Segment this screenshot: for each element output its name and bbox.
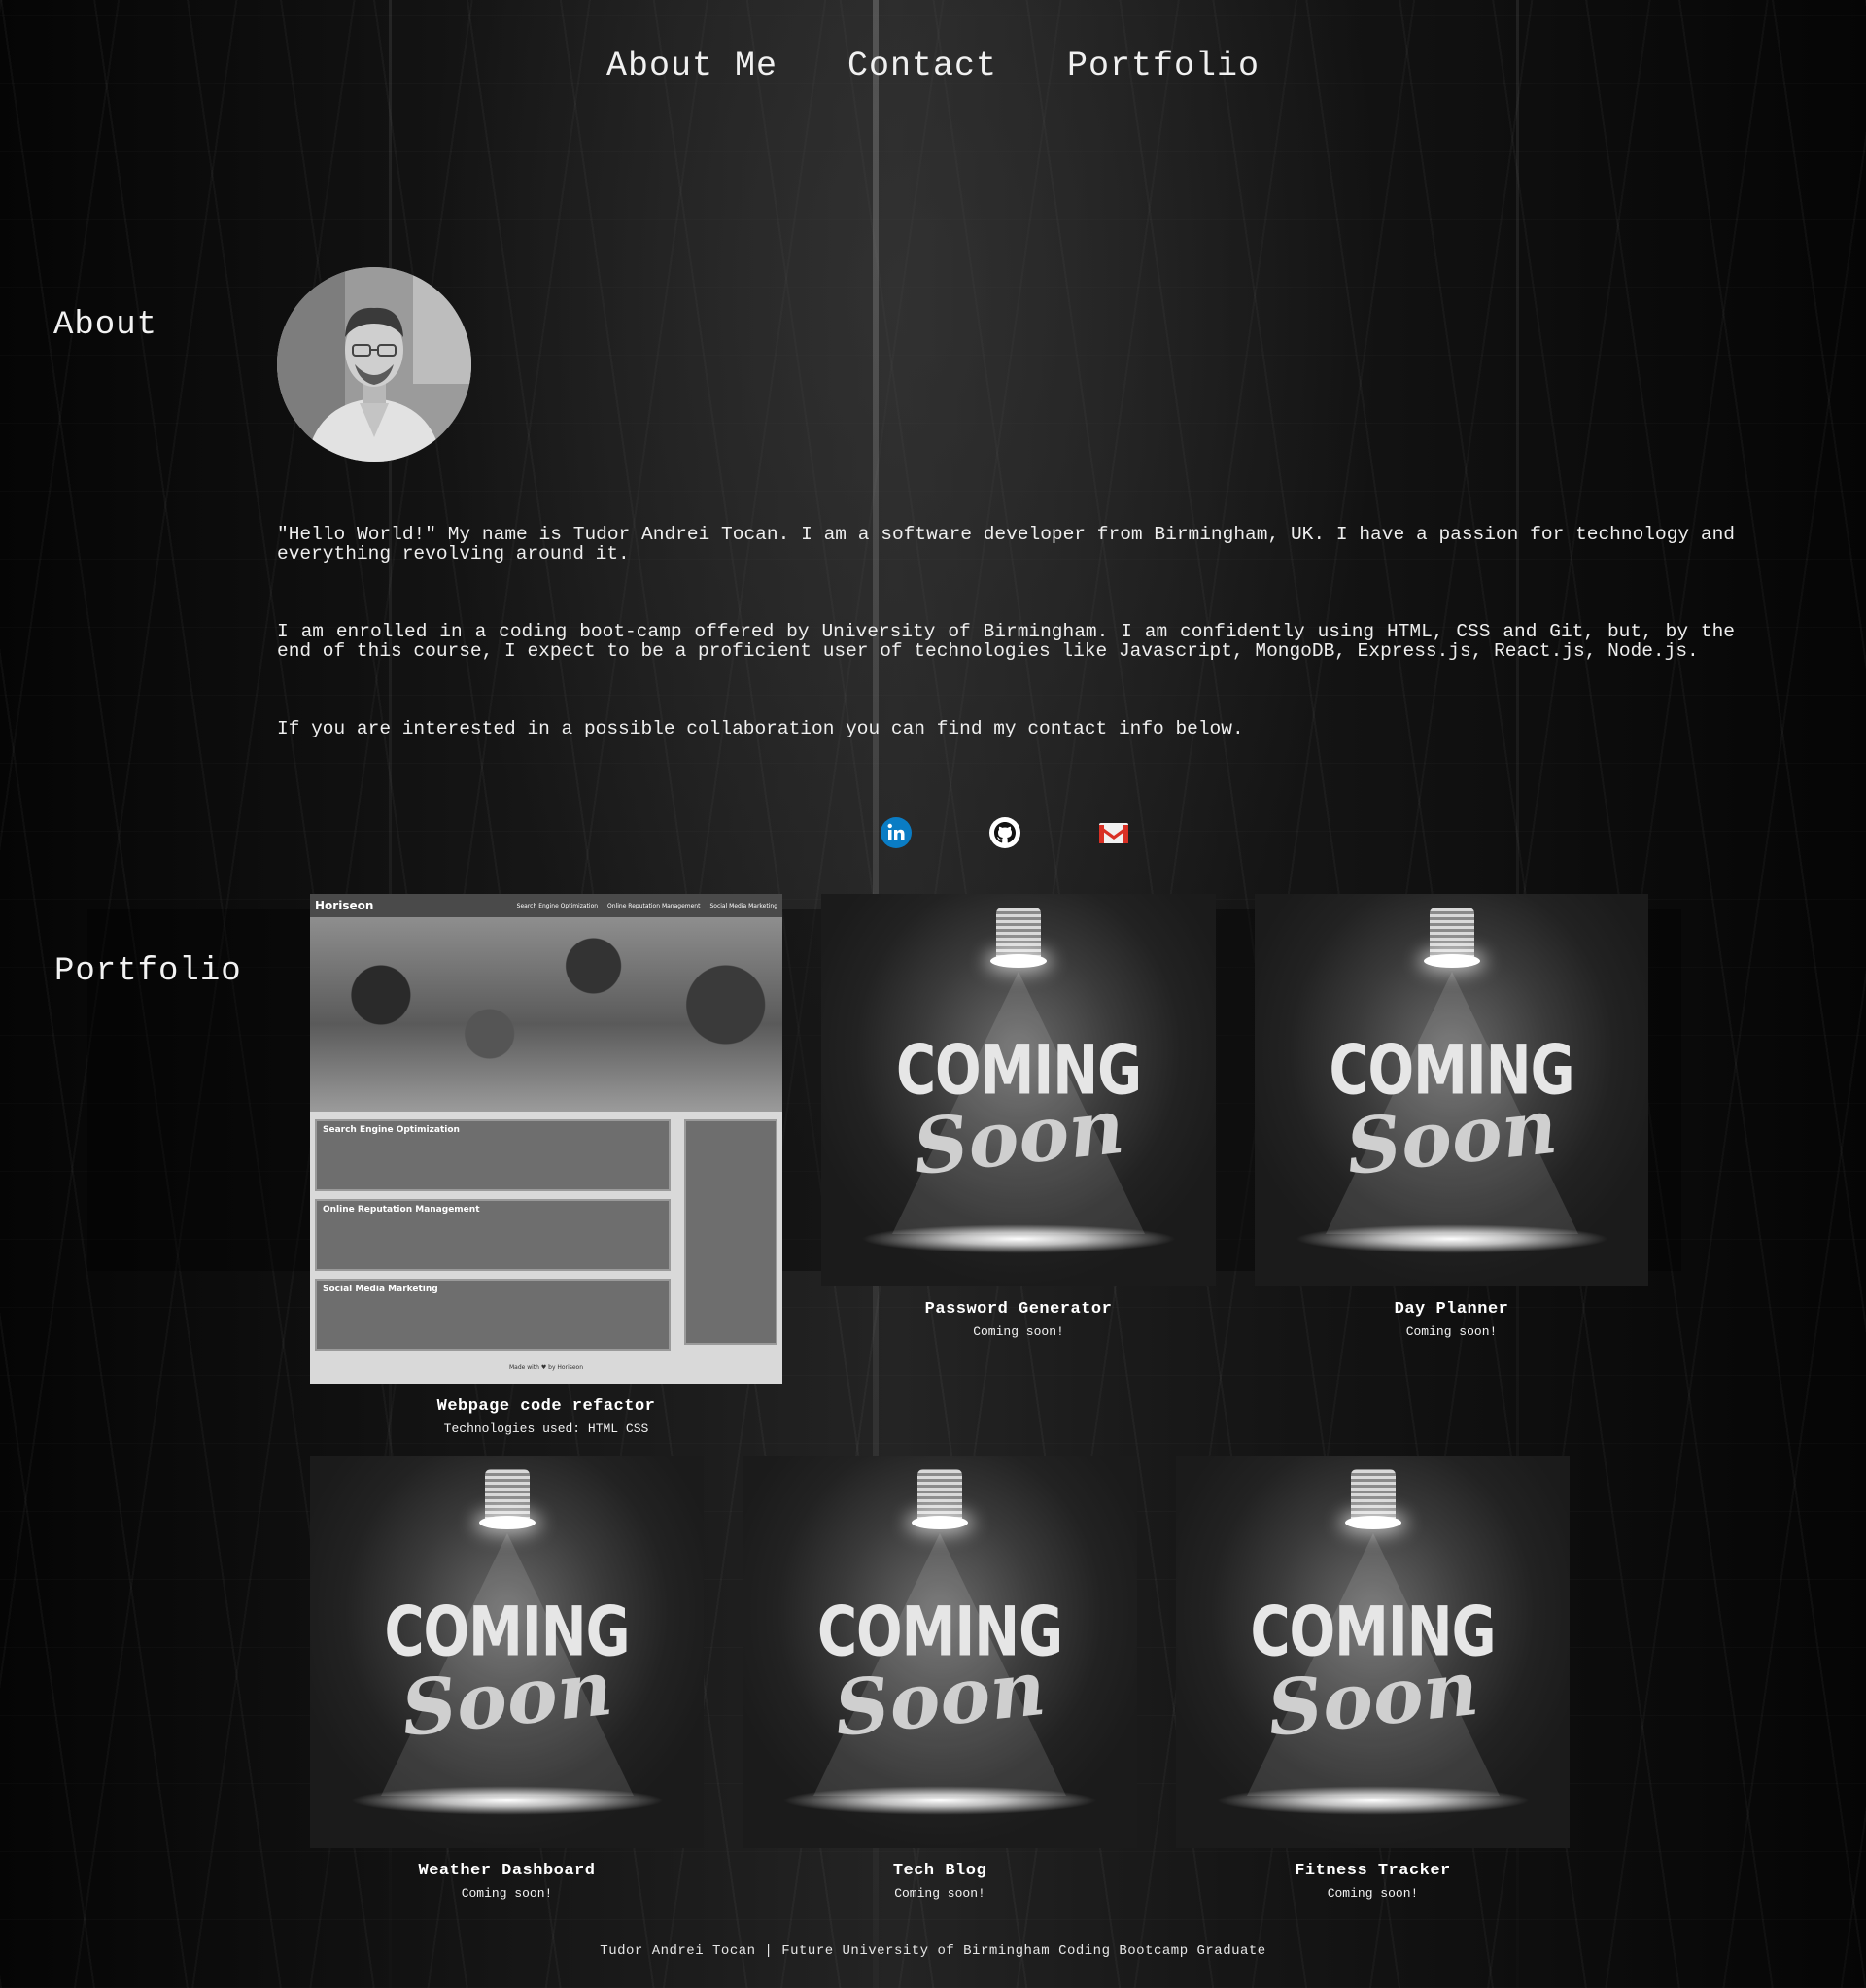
- spotlight-light: [1423, 954, 1480, 968]
- horiseon-main: Search Engine Optimization Online Reputa…: [315, 1119, 671, 1358]
- project-title[interactable]: Fitness Tracker: [1176, 1862, 1570, 1880]
- social-links: [0, 816, 1866, 851]
- horiseon-section-smm: Social Media Marketing: [315, 1279, 671, 1351]
- horiseon-nav-item: Online Reputation Management: [607, 902, 701, 909]
- spotlight-lamp-icon: [996, 908, 1041, 958]
- project-subtitle: Coming soon!: [973, 1324, 1064, 1339]
- project-subtitle: Coming soon!: [894, 1886, 985, 1901]
- coming-soon-image[interactable]: COMING Soon: [310, 1456, 704, 1848]
- linkedin-icon[interactable]: [880, 816, 913, 849]
- spotlight-lamp-icon: [1429, 908, 1474, 958]
- about-paragraph-contact: If you are interested in a possible coll…: [277, 718, 1244, 739]
- spotlight-light: [912, 1516, 968, 1529]
- project-subtitle: Coming soon!: [1405, 1324, 1498, 1339]
- horiseon-header: Horiseon Search Engine Optimization Onli…: [310, 894, 782, 917]
- about-paragraph-intro: "Hello World!" My name is Tudor Andrei T…: [277, 524, 1735, 565]
- spotlight-light: [478, 1516, 536, 1529]
- project-card-day-planner[interactable]: COMING Soon Day Planner Coming soon!: [1255, 894, 1648, 1339]
- project-title[interactable]: Weather Dashboard: [310, 1862, 704, 1880]
- spotlight-floor: [1294, 1224, 1609, 1253]
- spotlight-floor: [349, 1786, 665, 1815]
- spotlight-floor: [1215, 1786, 1531, 1815]
- spotlight-lamp-icon: [917, 1469, 962, 1520]
- gmail-icon[interactable]: [1097, 816, 1130, 849]
- project-subtitle: Coming soon!: [1327, 1886, 1419, 1901]
- profile-photo: [277, 267, 471, 462]
- spotlight-lamp-icon: [1350, 1469, 1396, 1520]
- horiseon-section-orm: Online Reputation Management: [315, 1199, 671, 1271]
- project-card-fitness-tracker[interactable]: COMING Soon Fitness Tracker Coming soon!: [1176, 1456, 1570, 1901]
- nav-link-about-me[interactable]: About Me: [606, 47, 778, 86]
- about-text: "Hello World!" My name is Tudor Andrei T…: [277, 525, 1735, 797]
- project-subtitle: Coming soon!: [461, 1886, 553, 1901]
- about-paragraph-bootcamp: I am enrolled in a coding boot-camp offe…: [277, 621, 1735, 662]
- portfolio-heading: Portfolio: [54, 953, 242, 990]
- coming-soon-image[interactable]: COMING Soon: [821, 894, 1216, 1286]
- project-subtitle: Technologies used: HTML CSS: [443, 1422, 649, 1436]
- horiseon-nav-item: Search Engine Optimization: [516, 902, 599, 909]
- project-card-password-generator[interactable]: COMING Soon Password Generator Coming so…: [821, 894, 1216, 1339]
- horiseon-footer: Made with ♥ by Horiseon: [508, 1364, 584, 1371]
- top-nav: About Me Contact Portfolio: [0, 47, 1866, 86]
- horiseon-body: Search Engine Optimization Online Reputa…: [310, 1112, 782, 1358]
- coming-soon-image[interactable]: COMING Soon: [1255, 894, 1648, 1286]
- about-heading: About: [53, 307, 158, 344]
- github-icon[interactable]: [988, 816, 1021, 849]
- project-card-tech-blog[interactable]: COMING Soon Tech Blog Coming soon!: [743, 1456, 1137, 1901]
- nav-link-contact[interactable]: Contact: [847, 47, 997, 86]
- project-title[interactable]: Password Generator: [821, 1300, 1216, 1319]
- project-card-webpage-refactor[interactable]: Horiseon Search Engine Optimization Onli…: [310, 894, 782, 1436]
- spotlight-light: [1344, 1516, 1401, 1529]
- spotlight-lamp-icon: [484, 1469, 530, 1520]
- profile-photo-image: [277, 267, 471, 462]
- nav-link-portfolio[interactable]: Portfolio: [1067, 47, 1260, 86]
- coming-soon-image[interactable]: COMING Soon: [1176, 1456, 1570, 1848]
- horiseon-nav: Search Engine Optimization Online Reputa…: [517, 903, 778, 909]
- project-title[interactable]: Webpage code refactor: [310, 1397, 782, 1416]
- horiseon-hero-image: [310, 917, 782, 1112]
- project-title[interactable]: Day Planner: [1255, 1300, 1648, 1319]
- coming-soon-image[interactable]: COMING Soon: [743, 1456, 1137, 1848]
- horiseon-nav-item: Social Media Marketing: [709, 902, 778, 909]
- spotlight-light: [990, 954, 1047, 968]
- horiseon-section-seo: Search Engine Optimization: [315, 1119, 671, 1191]
- spotlight-floor: [860, 1224, 1177, 1253]
- project-card-weather-dashboard[interactable]: COMING Soon Weather Dashboard Coming soo…: [310, 1456, 704, 1901]
- spotlight-floor: [781, 1786, 1098, 1815]
- horiseon-sidebar: [684, 1119, 778, 1345]
- project-title[interactable]: Tech Blog: [743, 1862, 1137, 1880]
- page-footer: Tudor Andrei Tocan | Future University o…: [600, 1943, 1266, 1959]
- project-screenshot-horiseon[interactable]: Horiseon Search Engine Optimization Onli…: [310, 894, 782, 1384]
- horiseon-logo: Horiseon: [315, 899, 374, 912]
